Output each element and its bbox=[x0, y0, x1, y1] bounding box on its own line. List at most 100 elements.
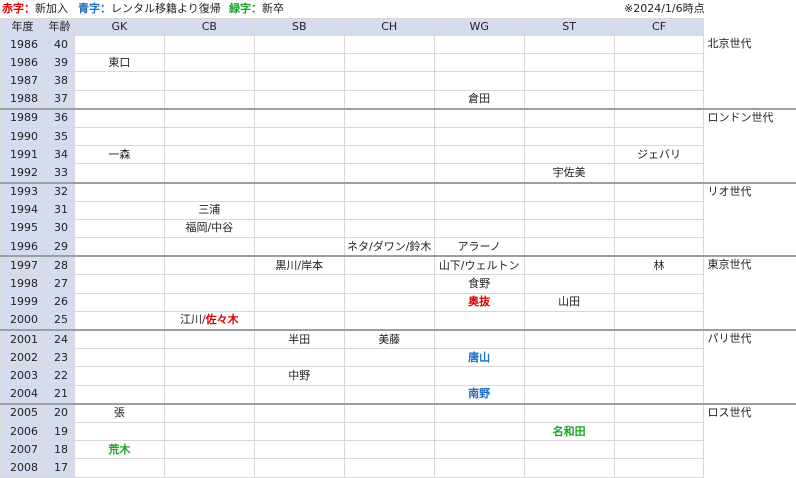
cell-sb[interactable] bbox=[254, 219, 344, 237]
cell-cb[interactable]: 福岡/中谷 bbox=[164, 219, 254, 237]
cell-ch[interactable]: 美藤 bbox=[344, 330, 434, 349]
cell-cf[interactable] bbox=[614, 293, 704, 311]
cell-age[interactable]: 40 bbox=[44, 36, 74, 54]
cell-ch[interactable] bbox=[344, 54, 434, 72]
cell-year[interactable]: 2003 bbox=[1, 367, 45, 385]
cell-age[interactable]: 25 bbox=[44, 311, 74, 330]
cell-cf[interactable] bbox=[614, 90, 704, 109]
cell-year[interactable]: 2004 bbox=[1, 385, 45, 404]
cell-st[interactable] bbox=[524, 275, 614, 293]
cell-cb[interactable] bbox=[164, 164, 254, 183]
cell-year[interactable]: 1989 bbox=[1, 109, 45, 128]
cell-year[interactable]: 1998 bbox=[1, 275, 45, 293]
cell-sb[interactable] bbox=[254, 127, 344, 145]
cell-cb[interactable] bbox=[164, 367, 254, 385]
cell-wg[interactable] bbox=[434, 127, 524, 145]
cell-year[interactable]: 1992 bbox=[1, 164, 45, 183]
cell-year[interactable]: 1986 bbox=[1, 36, 45, 54]
cell-gk[interactable] bbox=[74, 293, 164, 311]
cell-gk[interactable] bbox=[74, 201, 164, 219]
cell-sb[interactable] bbox=[254, 275, 344, 293]
cell-gk[interactable] bbox=[74, 238, 164, 257]
cell-cb[interactable]: 三浦 bbox=[164, 201, 254, 219]
cell-age[interactable]: 27 bbox=[44, 275, 74, 293]
cell-ch[interactable] bbox=[344, 146, 434, 164]
cell-st[interactable] bbox=[524, 385, 614, 404]
cell-year[interactable]: 1994 bbox=[1, 201, 45, 219]
cell-age[interactable]: 31 bbox=[44, 201, 74, 219]
cell-cf[interactable] bbox=[614, 459, 704, 477]
cell-ch[interactable]: ネタ/ダワン/鈴木 bbox=[344, 238, 434, 257]
header-wg[interactable]: WG bbox=[434, 19, 524, 36]
cell-age[interactable]: 30 bbox=[44, 219, 74, 237]
cell-wg[interactable] bbox=[434, 459, 524, 477]
cell-ch[interactable] bbox=[344, 219, 434, 237]
cell-st[interactable] bbox=[524, 36, 614, 54]
cell-cb[interactable] bbox=[164, 127, 254, 145]
cell-cf[interactable] bbox=[614, 311, 704, 330]
cell-gk[interactable] bbox=[74, 127, 164, 145]
cell-wg[interactable]: 南野 bbox=[434, 385, 524, 404]
cell-age[interactable]: 39 bbox=[44, 54, 74, 72]
cell-gk[interactable]: 張 bbox=[74, 404, 164, 423]
cell-sb[interactable] bbox=[254, 349, 344, 367]
cell-wg[interactable] bbox=[434, 146, 524, 164]
cell-age[interactable]: 32 bbox=[44, 183, 74, 202]
cell-age[interactable]: 24 bbox=[44, 330, 74, 349]
cell-gk[interactable] bbox=[74, 256, 164, 275]
cell-year[interactable]: 1988 bbox=[1, 90, 45, 109]
cell-cb[interactable] bbox=[164, 72, 254, 90]
cell-st[interactable] bbox=[524, 441, 614, 459]
cell-age[interactable]: 37 bbox=[44, 90, 74, 109]
cell-wg[interactable] bbox=[434, 404, 524, 423]
cell-cb[interactable] bbox=[164, 330, 254, 349]
cell-year[interactable]: 2000 bbox=[1, 311, 45, 330]
cell-ch[interactable] bbox=[344, 459, 434, 477]
cell-year[interactable]: 1996 bbox=[1, 238, 45, 257]
cell-sb[interactable] bbox=[254, 183, 344, 202]
cell-gk[interactable]: 一森 bbox=[74, 146, 164, 164]
header-gk[interactable]: GK bbox=[74, 19, 164, 36]
cell-age[interactable]: 20 bbox=[44, 404, 74, 423]
cell-st[interactable]: 山田 bbox=[524, 293, 614, 311]
cell-gk[interactable] bbox=[74, 72, 164, 90]
cell-age[interactable]: 18 bbox=[44, 441, 74, 459]
cell-age[interactable]: 29 bbox=[44, 238, 74, 257]
cell-cf[interactable]: ジェバリ bbox=[614, 146, 704, 164]
cell-age[interactable]: 33 bbox=[44, 164, 74, 183]
cell-cb[interactable] bbox=[164, 256, 254, 275]
cell-cb[interactable] bbox=[164, 349, 254, 367]
cell-st[interactable] bbox=[524, 459, 614, 477]
cell-year[interactable]: 1995 bbox=[1, 219, 45, 237]
header-st[interactable]: ST bbox=[524, 19, 614, 36]
cell-ch[interactable] bbox=[344, 441, 434, 459]
cell-year[interactable]: 1997 bbox=[1, 256, 45, 275]
cell-sb[interactable] bbox=[254, 293, 344, 311]
cell-year[interactable]: 2005 bbox=[1, 404, 45, 423]
cell-wg[interactable]: 倉田 bbox=[434, 90, 524, 109]
cell-cf[interactable] bbox=[614, 349, 704, 367]
cell-st[interactable] bbox=[524, 311, 614, 330]
cell-wg[interactable] bbox=[434, 72, 524, 90]
cell-sb[interactable] bbox=[254, 146, 344, 164]
header-ch[interactable]: CH bbox=[344, 19, 434, 36]
cell-cb[interactable] bbox=[164, 109, 254, 128]
cell-wg[interactable] bbox=[434, 422, 524, 440]
cell-ch[interactable] bbox=[344, 72, 434, 90]
cell-gk[interactable] bbox=[74, 219, 164, 237]
cell-ch[interactable] bbox=[344, 349, 434, 367]
cell-cf[interactable] bbox=[614, 72, 704, 90]
cell-sb[interactable] bbox=[254, 441, 344, 459]
cell-cf[interactable] bbox=[614, 201, 704, 219]
cell-wg[interactable]: アラーノ bbox=[434, 238, 524, 257]
cell-year[interactable]: 1987 bbox=[1, 72, 45, 90]
cell-sb[interactable]: 黒川/岸本 bbox=[254, 256, 344, 275]
cell-age[interactable]: 36 bbox=[44, 109, 74, 128]
cell-cf[interactable] bbox=[614, 367, 704, 385]
header-cf[interactable]: CF bbox=[614, 19, 704, 36]
cell-age[interactable]: 17 bbox=[44, 459, 74, 477]
cell-st[interactable] bbox=[524, 404, 614, 423]
cell-year[interactable]: 2008 bbox=[1, 459, 45, 477]
cell-cf[interactable] bbox=[614, 330, 704, 349]
cell-wg[interactable] bbox=[434, 441, 524, 459]
